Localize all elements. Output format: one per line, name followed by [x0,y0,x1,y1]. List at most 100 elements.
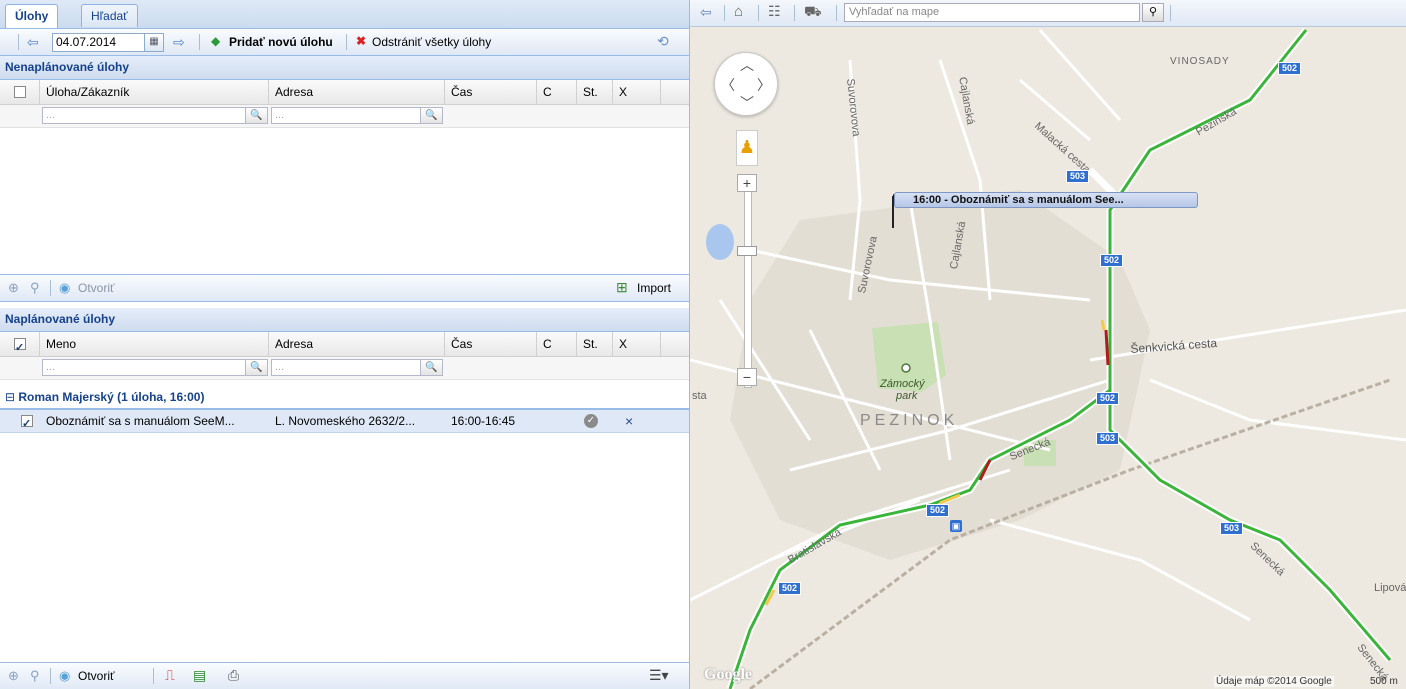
separator [50,280,51,296]
column-address[interactable]: Adresa [269,332,445,356]
column-task-customer[interactable]: Úloha/Zákazník [40,80,269,104]
select-all-column [0,80,40,104]
search-icon[interactable]: 🔍 [421,359,443,376]
separator [18,34,19,50]
task-cell: Oboznámiť sa s manuálom SeeM... [46,414,235,428]
column-c[interactable]: C [537,80,577,104]
road-shield: 502 [926,504,950,517]
zoom-to-icon[interactable]: ⊕ [8,280,19,296]
select-all-checkbox[interactable] [14,336,26,360]
tasks-panel: Úlohy Hľadať ⇦ 04.07.2014 ▦ ⇨ ◆ Pridať n… [0,0,690,689]
zoom-in-button[interactable]: + [737,174,757,192]
magnifier-icon[interactable]: ⚲ [30,668,40,684]
search-icon[interactable]: ⚲ [1142,3,1164,22]
unplanned-section-title: Nenaplánované úlohy [0,56,689,80]
column-address[interactable]: Adresa [269,80,445,104]
delete-row-button[interactable]: × [625,410,633,432]
pan-right-icon[interactable]: 〉 [757,75,771,95]
collapse-icon[interactable]: ⊟ [5,390,18,404]
remove-all-tasks-button[interactable]: Odstrániť všetky úlohy [372,35,491,49]
column-status[interactable]: St. [577,332,613,356]
map-toolbar: ⇦ ⌂ ☷ ⛟ Vyhľadať na mape ⚲ [690,0,1406,27]
column-time[interactable]: Čas [445,332,537,356]
column-x[interactable]: X [613,80,661,104]
map-label-lipova: Lipová [1374,582,1406,594]
traffic-icon[interactable]: ⛟ [804,3,822,22]
next-day-icon[interactable]: ⇨ [173,34,185,51]
open-button[interactable]: Otvoriť [78,669,115,683]
separator [50,668,51,684]
name-filter-input[interactable]: ... [42,359,246,376]
road-shield: 502 [1100,254,1124,267]
search-icon[interactable]: 🔍 [421,107,443,124]
planned-filter-row: ... 🔍 ... 🔍 [0,357,689,380]
search-icon[interactable]: 🔍 [246,107,268,124]
excel-icon[interactable]: ▤ [193,667,206,684]
open-icon: ◉ [59,668,71,683]
bus-stop-icon: ▣ [950,520,962,532]
zoom-to-icon[interactable]: ⊕ [8,668,19,684]
map-copyright: Údaje máp ©2014 Google [1214,676,1334,687]
unplanned-bottom-toolbar: ⊕ ⚲ ◉ Otvoriť ⊞ Import [0,274,689,302]
back-icon[interactable]: ⇦ [700,4,712,21]
road-shield: 502 [778,582,802,595]
import-button[interactable]: Import [637,281,671,295]
pan-control[interactable]: ︿ ﹀ 〈 〉 [714,52,778,116]
road-shield: 502 [1096,392,1120,405]
separator [794,5,795,21]
column-c[interactable]: C [537,332,577,356]
tab-search[interactable]: Hľadať [81,4,138,27]
menu-icon[interactable]: ☰▾ [649,667,669,684]
task-marker-label[interactable]: 16:00 - Oboznámiť sa s manuálom See... [894,192,1198,208]
delete-icon: ✖ [356,34,367,48]
open-button[interactable]: Otvoriť [78,281,115,295]
add-task-button[interactable]: Pridať novú úlohu [229,35,333,49]
print-icon[interactable]: ⎙ [228,667,239,684]
home-icon[interactable]: ⌂ [734,3,743,20]
task-filter-input[interactable]: ... [42,107,246,124]
zoom-slider-track[interactable] [744,174,752,388]
table-row[interactable]: Oboznámiť sa s manuálom SeeM... L. Novom… [0,410,689,435]
separator [199,34,200,50]
calendar-icon[interactable]: ▦ [144,34,163,51]
status-check-icon: ✓ [584,414,598,428]
column-time[interactable]: Čas [445,80,537,104]
separator [153,668,154,684]
row-checkbox[interactable] [21,413,33,435]
zoom-out-button[interactable]: − [737,368,757,386]
map-panel[interactable]: ⇦ ⌂ ☷ ⛟ Vyhľadať na mape ⚲ VINOSADY PEZI… [690,0,1406,689]
search-icon[interactable]: 🔍 [246,359,268,376]
pan-up-icon[interactable]: ︿ [740,55,754,75]
pdf-icon[interactable]: ⎍ [165,667,175,684]
column-x[interactable]: X [613,332,661,356]
pan-down-icon[interactable]: ﹀ [740,93,754,113]
tab-tasks[interactable]: Úlohy [5,4,59,28]
map-search-input[interactable]: Vyhľadať na mape [844,3,1140,22]
tab-bar: Úlohy Hľadať [0,0,689,29]
pan-left-icon[interactable]: 〈 [721,75,735,95]
open-icon: ◉ [59,280,71,295]
prev-day-icon[interactable]: ⇦ [27,34,39,51]
column-status[interactable]: St. [577,80,613,104]
planned-grid-header: Meno Adresa Čas C St. X [0,332,689,360]
column-name[interactable]: Meno [40,332,269,356]
road-shield: 503 [1220,522,1244,535]
refresh-icon[interactable]: ⟲ [657,33,669,50]
google-logo: Google [704,666,752,683]
magnifier-icon[interactable]: ⚲ [30,280,40,296]
map-label-vinosady: VINOSADY [1170,56,1230,67]
separator [346,34,347,50]
address-filter-input[interactable]: ... [271,359,421,376]
layers-icon[interactable]: ☷ [768,3,781,20]
road-shield: 503 [1096,432,1120,445]
unplanned-filter-row: ... 🔍 ... 🔍 [0,105,689,128]
group-row[interactable]: ⊟ Roman Majerský (1 úloha, 16:00) [0,386,689,410]
address-filter-input[interactable]: ... [271,107,421,124]
import-icon: ⊞ [616,279,628,295]
date-field[interactable]: 04.07.2014 ▦ [52,33,164,52]
select-all-checkbox[interactable] [14,86,26,98]
zoom-slider-thumb[interactable] [737,246,757,256]
address-cell: L. Novomeského 2632/2... [275,414,416,428]
group-label: Roman Majerský (1 úloha, 16:00) [18,390,205,404]
street-view-pegman-icon[interactable]: ♟ [736,130,758,166]
